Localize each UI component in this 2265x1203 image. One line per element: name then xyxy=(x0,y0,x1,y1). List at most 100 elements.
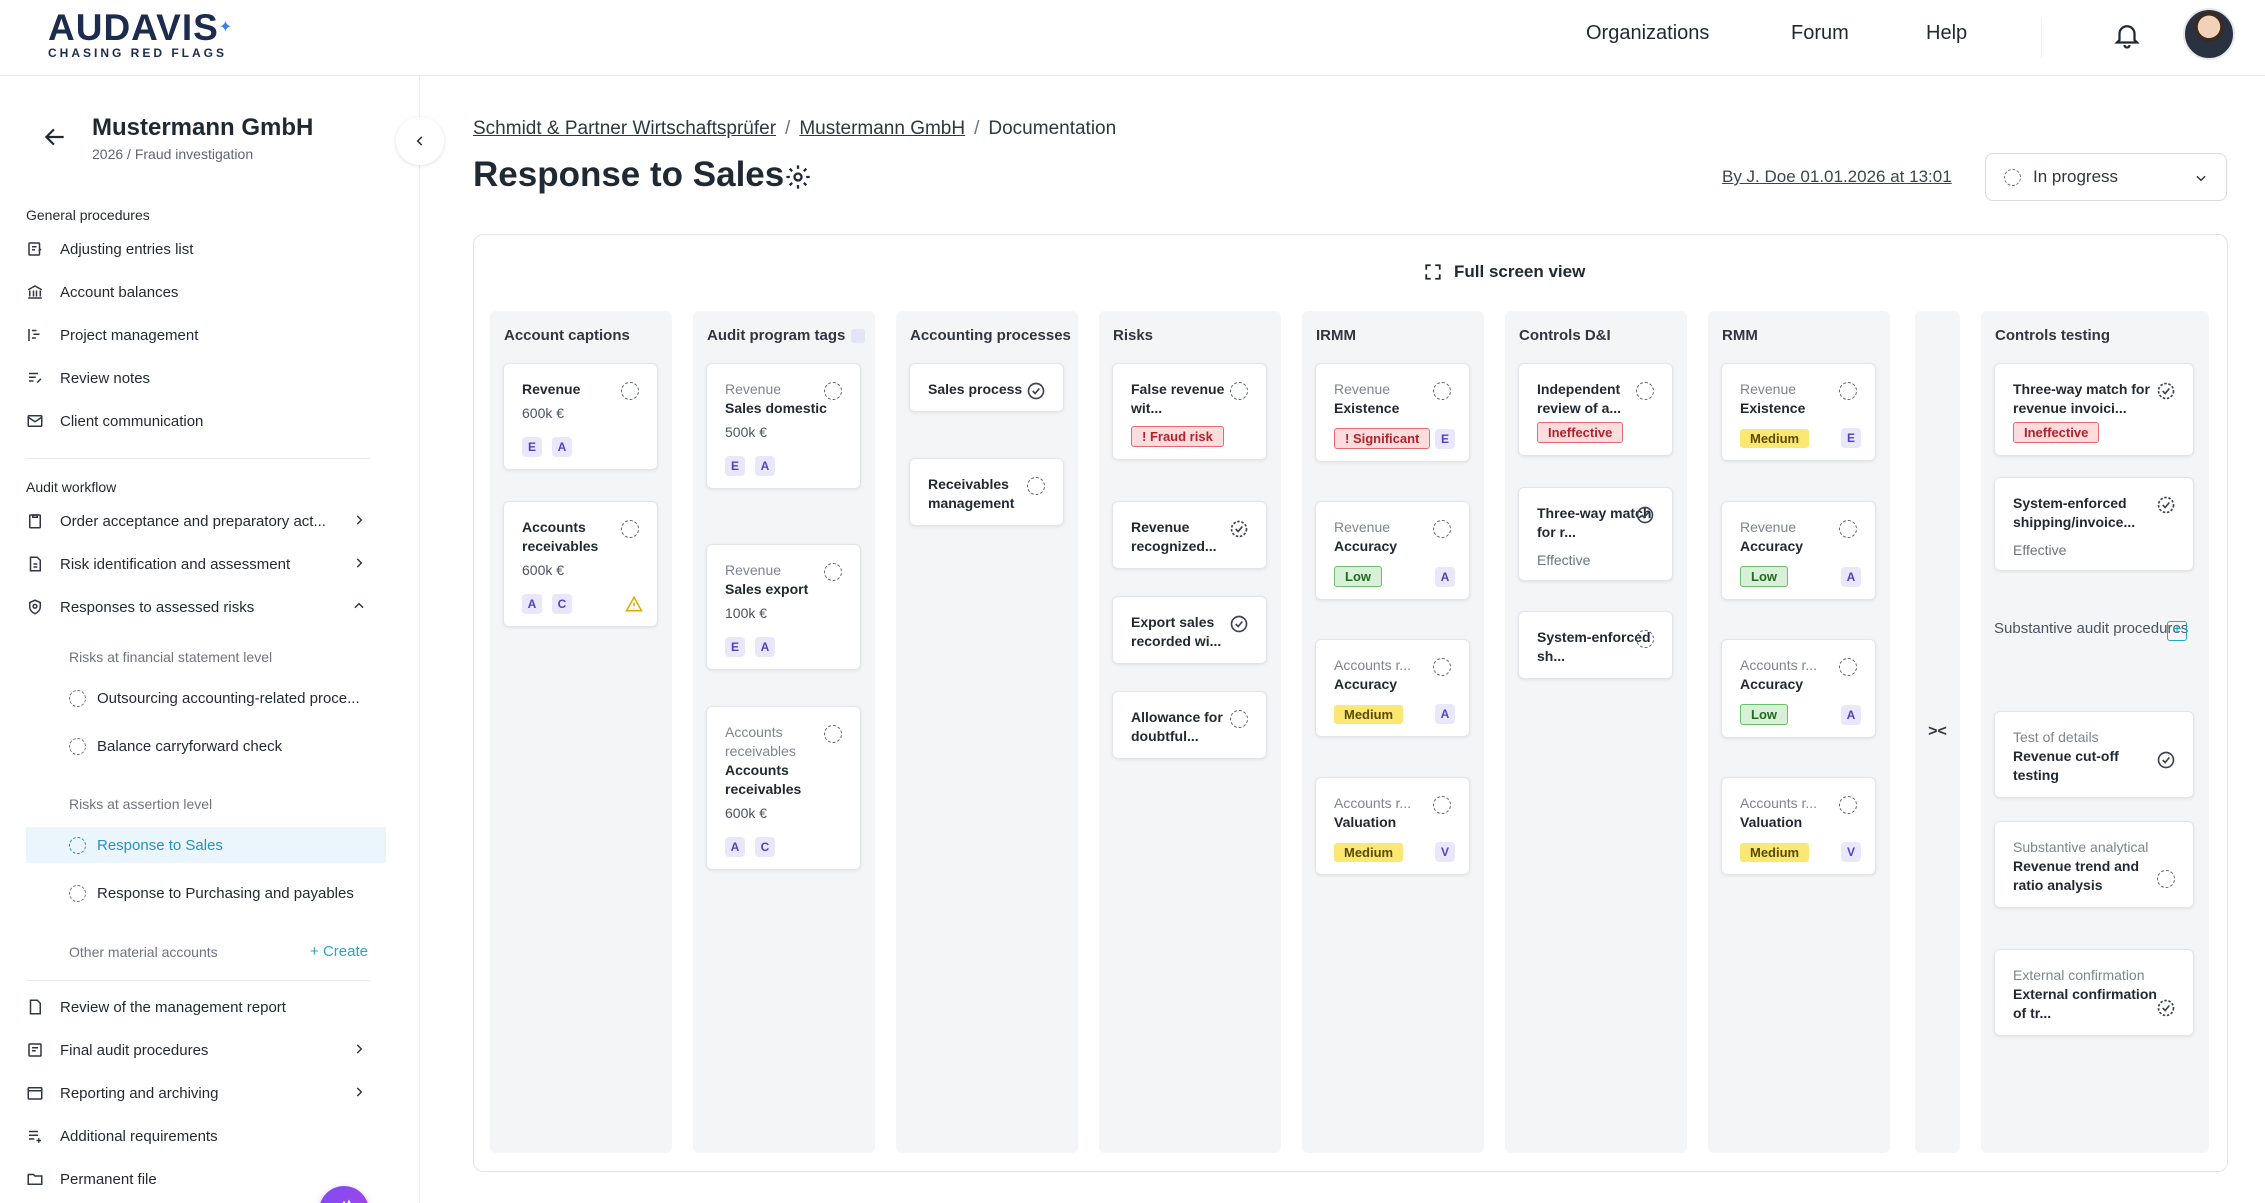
assertion-badge: E xyxy=(522,437,542,457)
rmm-card[interactable]: Accounts r... Accuracy Low A xyxy=(1721,639,1876,738)
sidebar-item-account-balances[interactable]: Account balances xyxy=(26,277,376,307)
card-value: 100k € xyxy=(725,605,768,621)
breadcrumb-separator: / xyxy=(785,118,791,139)
status-value: In progress xyxy=(2033,167,2119,186)
create-link[interactable]: + Create xyxy=(310,943,368,960)
sidebar: Mustermann GmbH 2026 / Fraud investigati… xyxy=(0,76,444,1203)
gear-icon[interactable] xyxy=(784,163,812,191)
progress-circle-icon xyxy=(1839,658,1857,676)
sidebar-item-additional-requirements[interactable]: Additional requirements xyxy=(26,1121,376,1151)
bell-icon[interactable] xyxy=(2112,20,2142,50)
folder-icon xyxy=(27,1173,43,1185)
irmm-card[interactable]: Accounts r... Valuation Medium V xyxy=(1315,777,1470,875)
nav-help[interactable]: Help xyxy=(1926,22,1967,45)
nav-forum[interactable]: Forum xyxy=(1791,22,1849,45)
process-card[interactable]: Sales process xyxy=(909,363,1064,412)
sidebar-item-label: Additional requirements xyxy=(60,1127,218,1145)
breadcrumb-firm[interactable]: Schmidt & Partner Wirtschaftsprüfer xyxy=(473,118,776,139)
sidebar-item-outsourcing[interactable]: Outsourcing accounting-related proce... xyxy=(26,680,386,716)
progress-circle-icon xyxy=(69,689,86,707)
effectiveness-status: Effective xyxy=(2013,542,2067,558)
sidebar-item-order-acceptance[interactable]: Order acceptance and preparatory act... xyxy=(26,506,376,536)
collapse-columns-toggle[interactable]: >< xyxy=(1915,311,1960,1153)
column-rmm: RMM Revenue Existence Medium E Revenue Ac… xyxy=(1708,311,1890,1153)
progress-circle-icon xyxy=(1230,382,1248,400)
fullscreen-button[interactable]: Full screen view xyxy=(1424,262,1585,282)
sidebar-item-reporting-archiving[interactable]: Reporting and archiving xyxy=(26,1078,376,1108)
card-kicker: Substantive analytical xyxy=(2013,839,2149,855)
sidebar-item-review-notes[interactable]: Review notes xyxy=(26,363,376,393)
sidebar-item-adjusting-entries[interactable]: Adjusting entries list xyxy=(26,234,376,264)
substantive-card[interactable]: External confirmation External confirmat… xyxy=(1994,949,2194,1036)
expand-icon xyxy=(1425,264,1441,280)
irmm-card[interactable]: Accounts r... Accuracy Medium A xyxy=(1315,639,1470,737)
risk-level-badge: Medium xyxy=(1740,428,1810,448)
sidebar-item-project-management[interactable]: Project management xyxy=(26,320,376,350)
card-kicker: Test of details xyxy=(2013,729,2099,745)
column-accounting-processes: Accounting processes Sales process Recei… xyxy=(896,311,1078,1153)
control-card[interactable]: Independent review of a... Ineffective xyxy=(1518,363,1673,456)
risk-level-badge: Low xyxy=(1740,704,1788,725)
sidebar-item-permanent-file[interactable]: Permanent file xyxy=(26,1164,376,1194)
testing-card[interactable]: System-enforced shipping/invoice... Effe… xyxy=(1994,477,2194,571)
substantive-card[interactable]: Test of details Revenue cut-off testing xyxy=(1994,711,2194,798)
column-title: IRMM xyxy=(1316,327,1356,344)
sidebar-item-response-to-purchasing[interactable]: Response to Purchasing and payables xyxy=(26,875,386,911)
progress-circle-icon xyxy=(824,382,842,400)
sidebar-item-client-communication[interactable]: Client communication xyxy=(26,406,376,436)
column-controls-testing: Controls testing Three-way match for rev… xyxy=(1981,311,2209,1153)
collapse-sidebar-button[interactable] xyxy=(396,117,444,165)
risk-card[interactable]: False revenue wit... ! Fraud risk xyxy=(1112,363,1267,460)
author-link[interactable]: By J. Doe 01.01.2026 at 13:01 xyxy=(1722,167,1952,187)
add-procedure-button[interactable]: + xyxy=(2167,621,2187,641)
breadcrumb-client[interactable]: Mustermann GmbH xyxy=(799,118,965,139)
caption-card[interactable]: Revenue 600k € EA xyxy=(503,363,658,470)
nav-organizations[interactable]: Organizations xyxy=(1586,22,1709,45)
chevron-right-icon xyxy=(356,515,363,525)
check-circle-icon xyxy=(2157,751,2175,769)
risk-card[interactable]: Revenue recognized... xyxy=(1112,501,1267,569)
tag-card[interactable]: Revenue Sales export 100k € EA xyxy=(706,544,861,670)
assertion-badge: E xyxy=(1435,428,1455,449)
progress-circle-icon xyxy=(1839,796,1857,814)
back-arrow-icon[interactable] xyxy=(42,124,68,150)
fraud-risk-badge: ! Fraud risk xyxy=(1131,426,1224,447)
sidebar-item-label: Risk identification and assessment xyxy=(60,555,291,573)
sidebar-item-label: Permanent file xyxy=(60,1170,157,1188)
risk-card[interactable]: Export sales recorded wi... xyxy=(1112,596,1267,664)
sidebar-item-responses-to-risks[interactable]: Responses to assessed risks xyxy=(26,592,376,622)
assertion-badge: A xyxy=(755,456,775,476)
irmm-card[interactable]: Revenue Accuracy Low A xyxy=(1315,501,1470,600)
assertion-badge: A xyxy=(1435,566,1455,587)
progress-circle-icon xyxy=(69,884,86,902)
risk-card[interactable]: Allowance for doubtful... xyxy=(1112,691,1267,759)
caption-card[interactable]: Accounts receivables 600k € AC xyxy=(503,501,658,627)
irmm-card[interactable]: Revenue Existence ! Significant E xyxy=(1315,363,1470,462)
substantive-card[interactable]: Substantive analytical Revenue trend and… xyxy=(1994,821,2194,908)
chevron-up-icon xyxy=(354,602,364,609)
rmm-card[interactable]: Revenue Accuracy Low A xyxy=(1721,501,1876,600)
assertion-badge: A xyxy=(755,637,775,657)
audavis-logo[interactable]: AUDAVIS✦ CHASING RED FLAGS xyxy=(48,8,233,61)
rmm-card[interactable]: Revenue Existence Medium E xyxy=(1721,363,1876,461)
column-irmm: IRMM Revenue Existence ! Significant E Re… xyxy=(1302,311,1484,1153)
process-card[interactable]: Receivables management xyxy=(909,458,1064,526)
user-avatar[interactable] xyxy=(2183,8,2235,60)
rmm-card[interactable]: Accounts r... Valuation Medium V xyxy=(1721,777,1876,875)
tag-card[interactable]: Revenue Sales domestic 500k € EA xyxy=(706,363,861,489)
sidebar-item-management-report[interactable]: Review of the management report xyxy=(26,992,376,1022)
tag-icon xyxy=(851,329,866,344)
column-title: Audit program tags xyxy=(707,327,866,344)
control-card[interactable]: System-enforced sh... xyxy=(1518,611,1673,679)
effectiveness-status: Effective xyxy=(1537,552,1591,568)
sidebar-item-response-to-sales[interactable]: Response to Sales xyxy=(26,827,386,863)
status-dropdown[interactable]: In progress xyxy=(1985,153,2227,201)
sidebar-item-final-audit[interactable]: Final audit procedures xyxy=(26,1035,376,1065)
sidebar-item-risk-identification[interactable]: Risk identification and assessment xyxy=(26,549,376,579)
sidebar-item-balance-carryforward[interactable]: Balance carryforward check xyxy=(26,728,386,764)
control-card[interactable]: Three-way match for r... Effective xyxy=(1518,487,1673,581)
tag-card[interactable]: Accounts receivables Accounts receivable… xyxy=(706,706,861,870)
card-title: Revenue trend and ratio analysis xyxy=(2013,858,2140,893)
testing-card[interactable]: Three-way match for revenue invoici... I… xyxy=(1994,363,2194,456)
checklist-icon xyxy=(28,1043,42,1057)
